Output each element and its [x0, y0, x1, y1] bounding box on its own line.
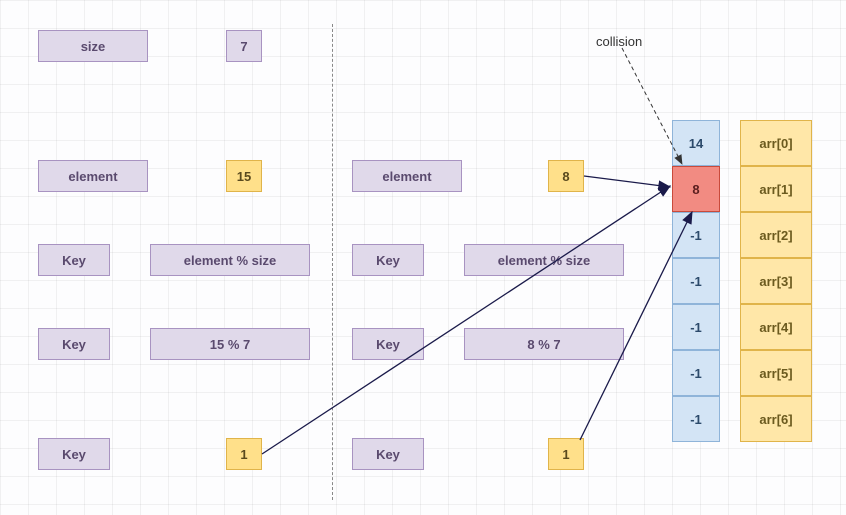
arr-label-0: arr[0] [740, 120, 812, 166]
divider [332, 24, 333, 500]
right-element-label: element [352, 160, 462, 192]
arr-label-4: arr[4] [740, 304, 812, 350]
left-key-label-1: Key [38, 244, 110, 276]
arr-cell-2: -1 [672, 212, 720, 258]
arr-cell-3: -1 [672, 258, 720, 304]
left-expr-1: element % size [150, 244, 310, 276]
arr-label-5: arr[5] [740, 350, 812, 396]
arr-cell-5: -1 [672, 350, 720, 396]
right-expr-2: 8 % 7 [464, 328, 624, 360]
left-result: 1 [226, 438, 262, 470]
arr-cell-1: 8 [672, 166, 720, 212]
arr-cell-0: 14 [672, 120, 720, 166]
size-label: size [38, 30, 148, 62]
right-expr-1: element % size [464, 244, 624, 276]
left-key-label-3: Key [38, 438, 110, 470]
arrow-right-element-to-arr1 [584, 176, 670, 187]
right-key-label-3: Key [352, 438, 424, 470]
collision-label: collision [596, 34, 642, 49]
right-element-value: 8 [548, 160, 584, 192]
left-expr-2: 15 % 7 [150, 328, 310, 360]
left-element-value: 15 [226, 160, 262, 192]
arrow-left-result-to-arr1 [262, 186, 670, 454]
arr-label-1: arr[1] [740, 166, 812, 212]
right-key-label-2: Key [352, 328, 424, 360]
arr-label-2: arr[2] [740, 212, 812, 258]
left-key-label-2: Key [38, 328, 110, 360]
arr-cell-4: -1 [672, 304, 720, 350]
right-result: 1 [548, 438, 584, 470]
arr-label-3: arr[3] [740, 258, 812, 304]
right-key-label-1: Key [352, 244, 424, 276]
arr-cell-6: -1 [672, 396, 720, 442]
left-element-label: element [38, 160, 148, 192]
arr-label-6: arr[6] [740, 396, 812, 442]
size-value: 7 [226, 30, 262, 62]
